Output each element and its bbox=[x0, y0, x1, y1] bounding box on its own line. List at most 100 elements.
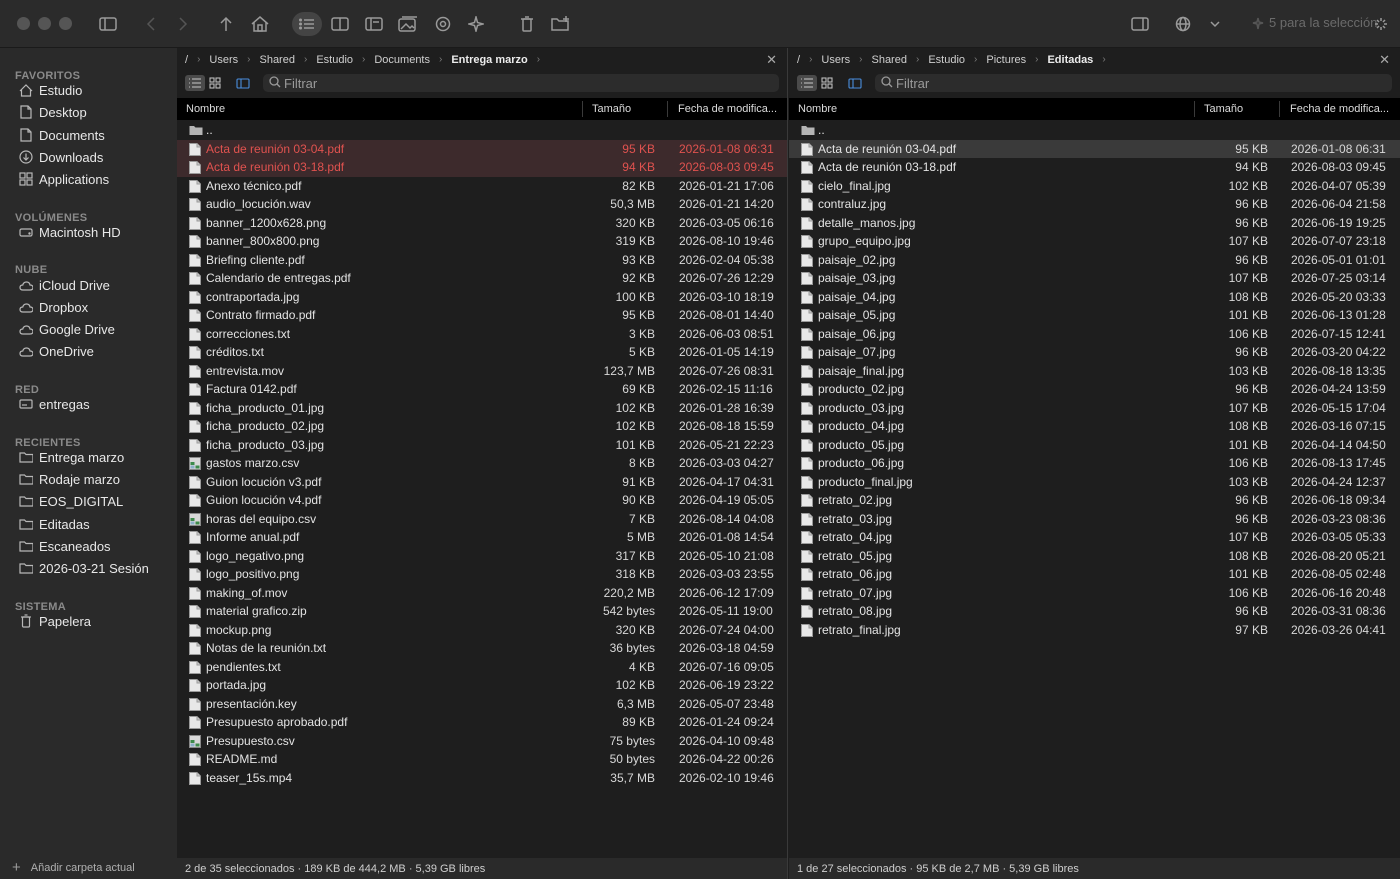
file-row[interactable]: producto_final.jpg 103 KB 2026-04-24 12:37 bbox=[789, 473, 1400, 492]
file-row[interactable]: grupo_equipo.jpg 107 KB 2026-07-07 23:18 bbox=[789, 232, 1400, 251]
grid-view-toggle-icon[interactable] bbox=[205, 75, 225, 91]
sidebar-item-2026-03-21-sesi-n[interactable]: 2026-03-21 Sesión bbox=[19, 558, 149, 578]
close-pane-icon[interactable]: ✕ bbox=[766, 52, 777, 68]
actions-sparkle-icon[interactable] bbox=[1249, 12, 1267, 36]
list-view-toggle-icon[interactable] bbox=[185, 75, 205, 91]
breadcrumb-item[interactable]: / bbox=[797, 54, 800, 66]
new-folder-icon[interactable] bbox=[549, 12, 573, 36]
file-row[interactable]: material grafico.zip 542 bytes 2026-05-11 … bbox=[177, 602, 787, 621]
zoom-window-button[interactable] bbox=[59, 17, 72, 30]
close-pane-icon[interactable]: ✕ bbox=[1379, 52, 1390, 68]
file-row[interactable]: retrato_05.jpg 108 KB 2026-08-20 05:21 bbox=[789, 547, 1400, 566]
file-row[interactable]: ficha_producto_02.jpg 102 KB 2026-08-18 15… bbox=[177, 417, 787, 436]
breadcrumb-item[interactable]: Documents bbox=[374, 54, 430, 66]
file-row[interactable]: producto_06.jpg 106 KB 2026-08-13 17:45 bbox=[789, 454, 1400, 473]
file-row[interactable]: producto_04.jpg 108 KB 2026-03-16 07:15 bbox=[789, 417, 1400, 436]
minimize-window-button[interactable] bbox=[38, 17, 51, 30]
file-row[interactable]: Presupuesto.csv 75 bytes 2026-04-10 09:48 bbox=[177, 732, 787, 751]
file-row[interactable]: Factura 0142.pdf 69 KB 2026-02-15 11:16 bbox=[177, 380, 787, 399]
file-row[interactable]: Acta de reunión 03-04.pdf 95 KB 2026-01-08… bbox=[177, 139, 787, 158]
file-row[interactable]: Acta de reunión 03-04.pdf 95 KB 2026-01-08… bbox=[789, 139, 1400, 158]
column-size-header[interactable]: Tamaño bbox=[1204, 103, 1243, 115]
split-view-icon[interactable] bbox=[329, 12, 351, 36]
file-row[interactable]: paisaje_04.jpg 108 KB 2026-05-20 03:33 bbox=[789, 288, 1400, 307]
column-date-header[interactable]: Fecha de modifica... bbox=[678, 103, 777, 115]
file-row[interactable]: contraportada.jpg 100 KB 2026-03-10 18:19 bbox=[177, 288, 787, 307]
breadcrumb-item[interactable]: Users bbox=[209, 54, 238, 66]
sparkle-icon[interactable] bbox=[466, 12, 486, 36]
file-row[interactable]: retrato_07.jpg 106 KB 2026-06-16 20:48 bbox=[789, 584, 1400, 603]
file-row[interactable]: producto_05.jpg 101 KB 2026-04-14 04:50 bbox=[789, 436, 1400, 455]
file-row[interactable]: retrato_03.jpg 96 KB 2026-03-23 08:36 bbox=[789, 510, 1400, 529]
file-row[interactable]: detalle_manos.jpg 96 KB 2026-06-19 19:25 bbox=[789, 214, 1400, 233]
file-row[interactable]: Contrato firmado.pdf 95 KB 2026-08-01 14:4… bbox=[177, 306, 787, 325]
sidebar-item-onedrive[interactable]: OneDrive bbox=[19, 341, 94, 361]
file-row[interactable]: paisaje_03.jpg 107 KB 2026-07-25 03:14 bbox=[789, 269, 1400, 288]
preview-pane-icon[interactable] bbox=[363, 12, 385, 36]
column-date-header[interactable]: Fecha de modifica... bbox=[1290, 103, 1389, 115]
up-arrow-icon[interactable] bbox=[216, 12, 236, 36]
sidebar-item-estudio[interactable]: Estudio bbox=[19, 80, 82, 100]
file-row[interactable]: Guion locución v3.pdf 91 KB 2026-04-17 04:… bbox=[177, 473, 787, 492]
file-row[interactable]: logo_positivo.png 318 KB 2026-03-03 23:55 bbox=[177, 565, 787, 584]
sidebar-item-escaneados[interactable]: Escaneados bbox=[19, 536, 111, 556]
file-row[interactable]: Presupuesto aprobado.pdf 89 KB 2026-01-24 … bbox=[177, 713, 787, 732]
file-row[interactable]: Guion locución v4.pdf 90 KB 2026-04-19 05:… bbox=[177, 491, 787, 510]
file-row[interactable]: Acta de reunión 03-18.pdf 94 KB 2026-08-03… bbox=[789, 158, 1400, 177]
list-view-toggle-icon[interactable] bbox=[797, 75, 817, 91]
file-row[interactable]: ficha_producto_03.jpg 101 KB 2026-05-21 22… bbox=[177, 436, 787, 455]
sidebar-item-desktop[interactable]: Desktop bbox=[19, 102, 87, 122]
home-icon[interactable] bbox=[249, 12, 271, 36]
file-row[interactable]: audio_locución.wav 50,3 MB 2026-01-21 14:2… bbox=[177, 195, 787, 214]
file-row[interactable]: paisaje_05.jpg 101 KB 2026-06-13 01:28 bbox=[789, 306, 1400, 325]
inspector-toggle-icon[interactable] bbox=[1128, 12, 1152, 36]
file-row[interactable]: paisaje_07.jpg 96 KB 2026-03-20 04:22 bbox=[789, 343, 1400, 362]
sidebar-panel-toggle-icon[interactable] bbox=[233, 75, 253, 91]
list-view-icon[interactable] bbox=[292, 12, 322, 36]
file-row[interactable]: portada.jpg 102 KB 2026-06-19 23:22 bbox=[177, 676, 787, 695]
file-row[interactable]: horas del equipo.csv 7 KB 2026-08-14 04:08 bbox=[177, 510, 787, 529]
parent-folder-row[interactable]: .. bbox=[789, 121, 1400, 140]
breadcrumb-item[interactable]: Editadas bbox=[1047, 54, 1093, 66]
back-icon[interactable] bbox=[142, 12, 160, 36]
file-row[interactable]: banner_1200x628.png 320 KB 2026-03-05 06:1… bbox=[177, 214, 787, 233]
breadcrumb-item[interactable]: / bbox=[185, 54, 188, 66]
column-divider[interactable] bbox=[582, 101, 583, 117]
column-divider[interactable] bbox=[1279, 101, 1280, 117]
file-row[interactable]: contraluz.jpg 96 KB 2026-06-04 21:58 bbox=[789, 195, 1400, 214]
file-row[interactable]: retrato_06.jpg 101 KB 2026-08-05 02:48 bbox=[789, 565, 1400, 584]
sidebar-item-applications[interactable]: Applications bbox=[19, 169, 109, 189]
file-row[interactable]: retrato_08.jpg 96 KB 2026-03-31 08:36 bbox=[789, 602, 1400, 621]
column-name-header[interactable]: Nombre bbox=[798, 103, 837, 115]
filter-input[interactable]: Filtrar bbox=[263, 74, 779, 92]
sidebar-item-eos-digital[interactable]: EOS_DIGITAL bbox=[19, 491, 123, 511]
sidebar-item-documents[interactable]: Documents bbox=[19, 125, 105, 145]
file-row[interactable]: Acta de reunión 03-18.pdf 94 KB 2026-08-03… bbox=[177, 158, 787, 177]
parent-folder-row[interactable]: .. bbox=[177, 121, 787, 140]
sidebar-item-downloads[interactable]: Downloads bbox=[19, 147, 103, 167]
file-row[interactable]: entrevista.mov 123,7 MB 2026-07-26 08:31 bbox=[177, 362, 787, 381]
selection-actions-label[interactable]: 5 para la selección bbox=[1269, 15, 1377, 30]
file-row[interactable]: créditos.txt 5 KB 2026-01-05 14:19 bbox=[177, 343, 787, 362]
breadcrumb-item[interactable]: Estudio bbox=[316, 54, 353, 66]
file-row[interactable]: cielo_final.jpg 102 KB 2026-04-07 05:39 bbox=[789, 177, 1400, 196]
sidebar-item-google-drive[interactable]: Google Drive bbox=[19, 319, 115, 339]
at-sign-icon[interactable] bbox=[432, 12, 454, 36]
file-row[interactable]: mockup.png 320 KB 2026-07-24 04:00 bbox=[177, 621, 787, 640]
file-row[interactable]: README.md 50 bytes 2026-04-22 00:26 bbox=[177, 750, 787, 769]
file-row[interactable]: producto_02.jpg 96 KB 2026-04-24 13:59 bbox=[789, 380, 1400, 399]
breadcrumb-item[interactable]: Users bbox=[821, 54, 850, 66]
file-row[interactable]: Notas de la reunión.txt 36 bytes 2026-03-1… bbox=[177, 639, 787, 658]
file-row[interactable]: pendientes.txt 4 KB 2026-07-16 09:05 bbox=[177, 658, 787, 677]
breadcrumb-item[interactable]: Shared bbox=[259, 54, 294, 66]
sidebar-toggle-icon[interactable] bbox=[96, 12, 120, 36]
chevron-down-icon[interactable] bbox=[1207, 12, 1223, 36]
file-row[interactable]: correcciones.txt 3 KB 2026-06-03 08:51 bbox=[177, 325, 787, 344]
file-row[interactable]: gastos marzo.csv 8 KB 2026-03-03 04:27 bbox=[177, 454, 787, 473]
file-row[interactable]: banner_800x800.png 319 KB 2026-08-10 19:46 bbox=[177, 232, 787, 251]
file-row[interactable]: presentación.key 6,3 MB 2026-05-07 23:48 bbox=[177, 695, 787, 714]
file-row[interactable]: producto_03.jpg 107 KB 2026-05-15 17:04 bbox=[789, 399, 1400, 418]
sidebar-item-icloud-drive[interactable]: iCloud Drive bbox=[19, 275, 110, 295]
forward-icon[interactable] bbox=[174, 12, 192, 36]
globe-icon[interactable] bbox=[1172, 12, 1194, 36]
